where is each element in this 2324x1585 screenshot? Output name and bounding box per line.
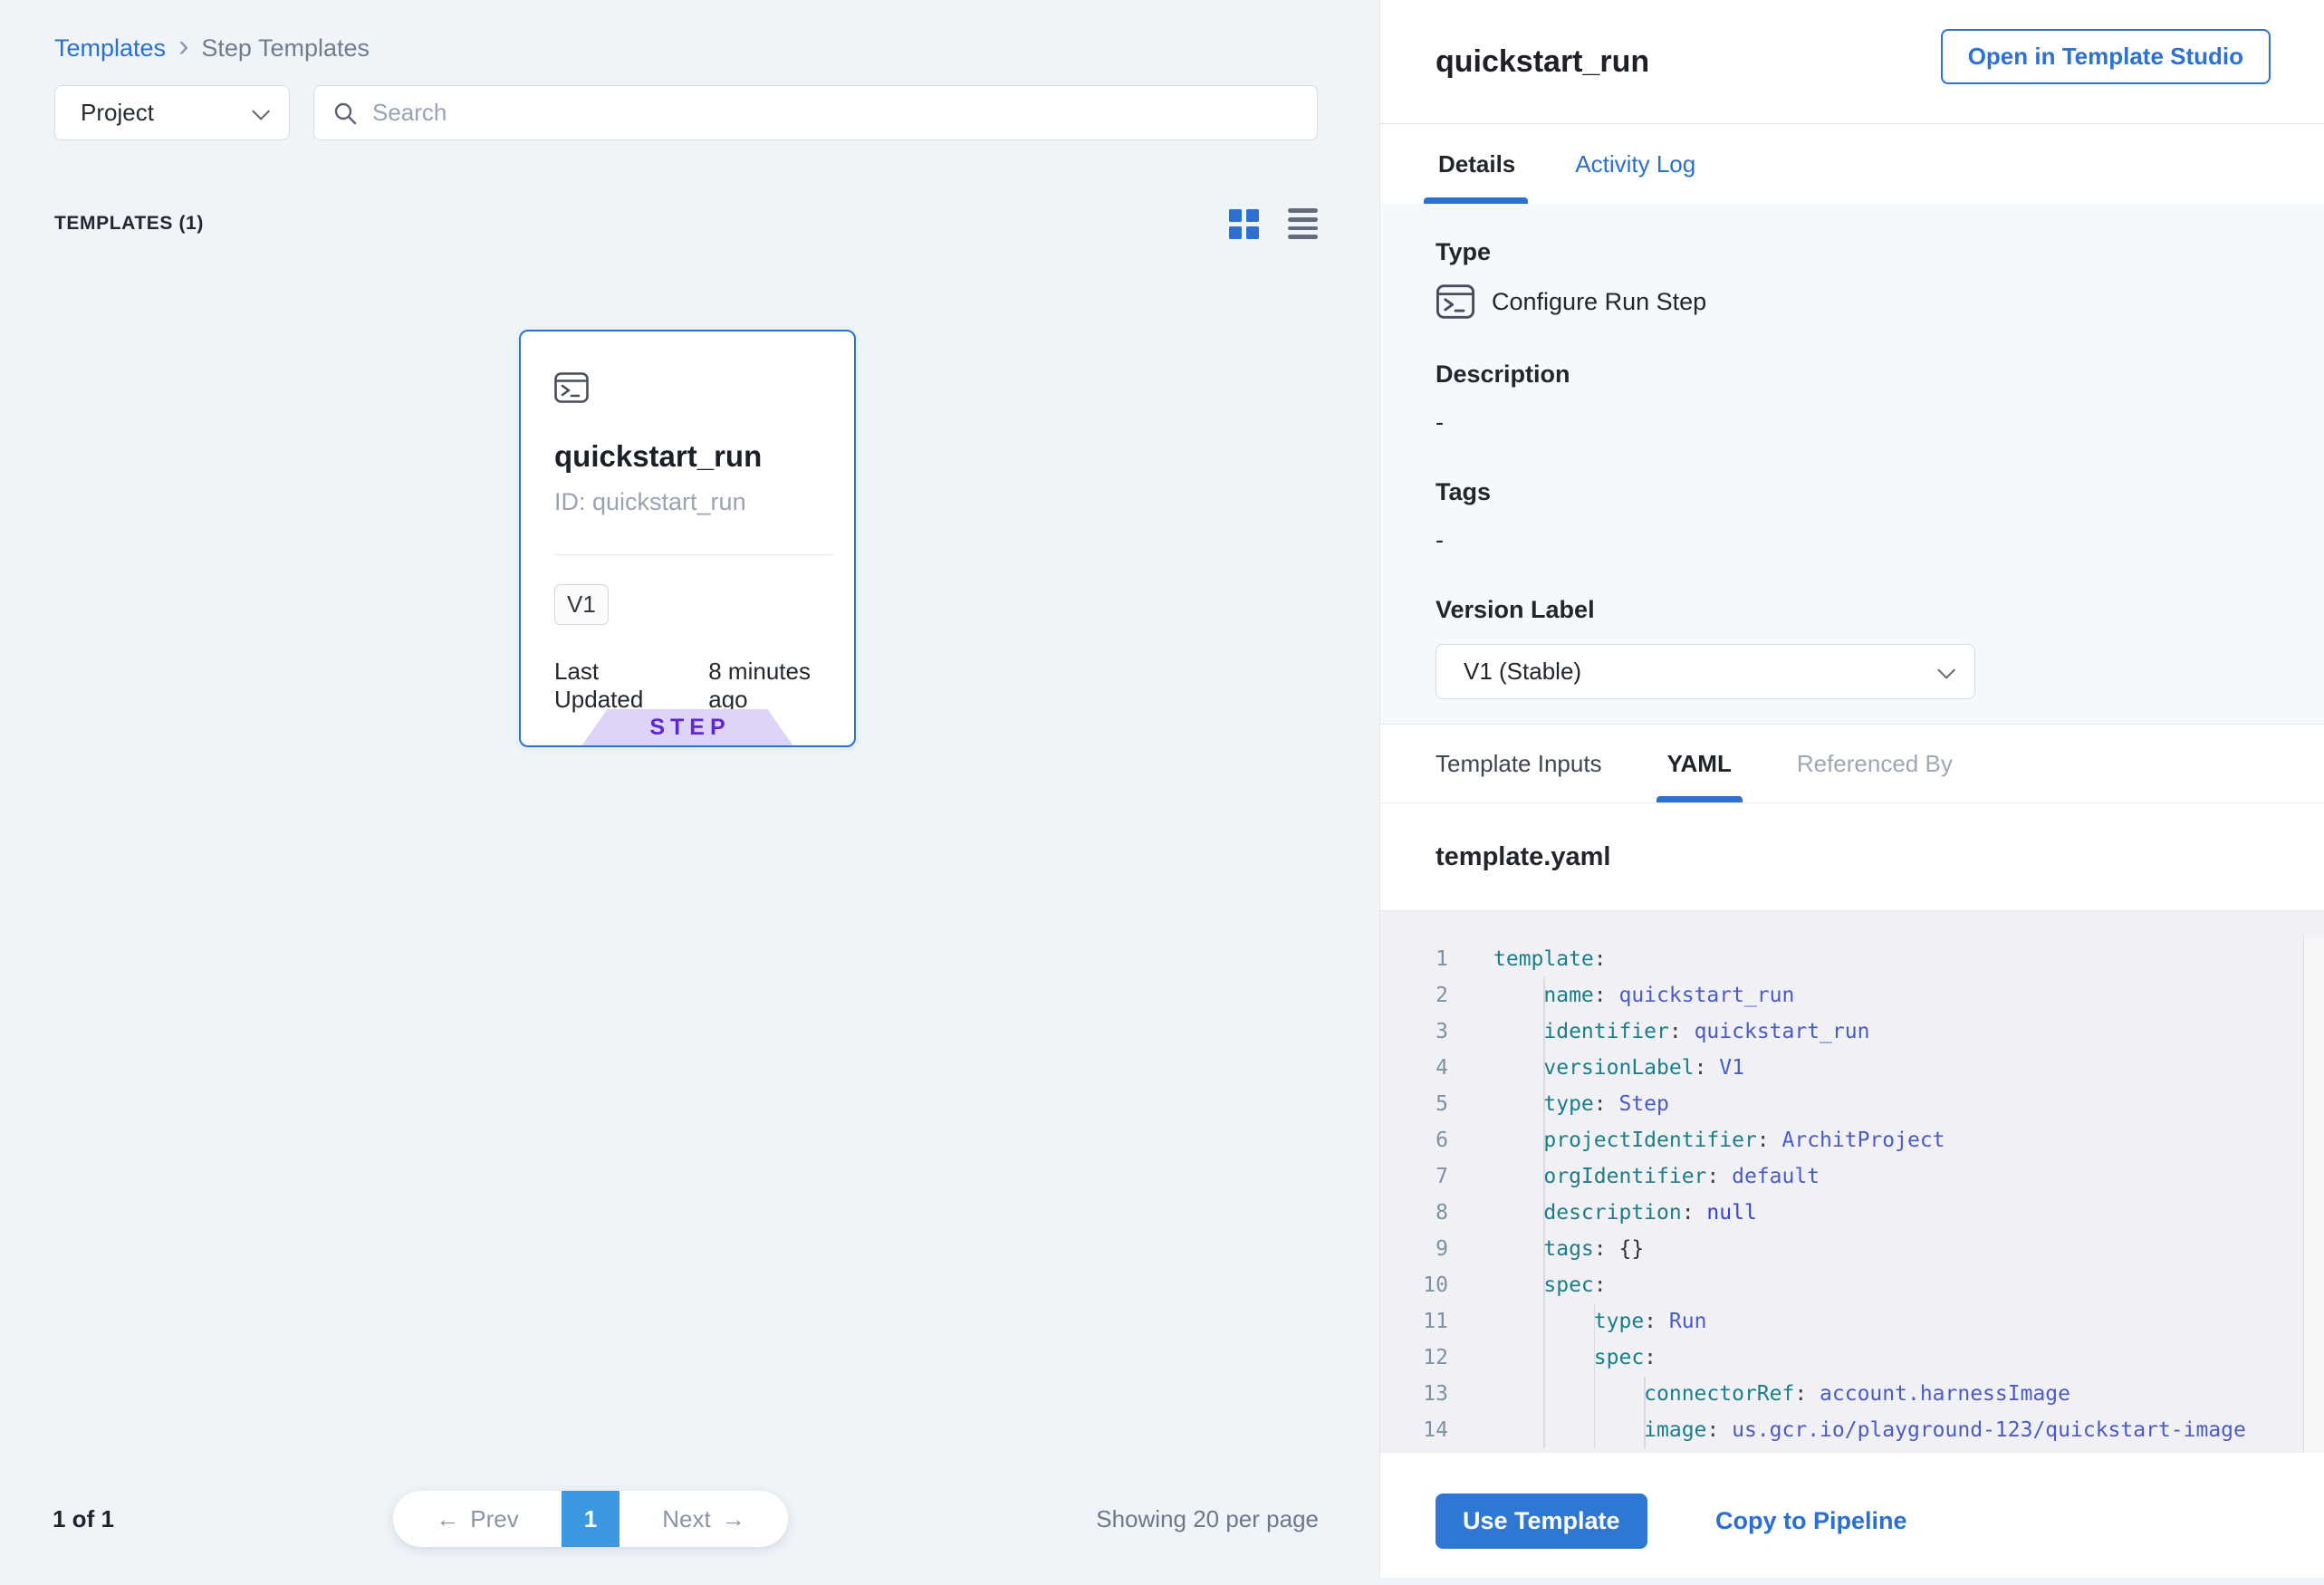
yaml-line: 3 identifier: quickstart_run xyxy=(1380,1013,2324,1050)
details-body: Type Configure Run Step Description - Ta… xyxy=(1380,204,2324,725)
filters-row: Project xyxy=(54,85,1318,140)
yaml-line: 9 tags: {} xyxy=(1380,1231,2324,1267)
details-tab-bar: Details Activity Log xyxy=(1380,125,2324,204)
step-type-ribbon-label: STEP xyxy=(644,715,730,741)
search-input[interactable] xyxy=(372,99,1299,127)
yaml-file-name: template.yaml xyxy=(1436,842,1610,872)
card-divider xyxy=(554,554,832,555)
breadcrumb-current: Step Templates xyxy=(201,34,370,62)
prev-arrow-icon: ← xyxy=(436,1505,459,1533)
yaml-line: 7 orgIdentifier: default xyxy=(1380,1158,2324,1195)
pagination: ← Prev 1 Next → xyxy=(393,1491,788,1547)
template-card[interactable]: quickstart_run ID: quickstart_run V1 Las… xyxy=(519,330,856,747)
page-summary: 1 of 1 xyxy=(53,1505,114,1533)
yaml-line: 4 versionLabel: V1 xyxy=(1380,1050,2324,1086)
description-label: Description xyxy=(1436,360,2324,389)
yaml-line: 11 type: Run xyxy=(1380,1303,2324,1340)
version-select[interactable]: V1 (Stable) xyxy=(1436,644,1975,699)
yaml-line: 12 spec: xyxy=(1380,1340,2324,1376)
yaml-line: 2 name: quickstart_run xyxy=(1380,977,2324,1013)
list-view-icon[interactable] xyxy=(1288,208,1318,239)
prev-label: Prev xyxy=(470,1505,518,1533)
details-actions: Use Template Copy to Pipeline xyxy=(1380,1493,2324,1549)
version-label: Version Label xyxy=(1436,596,2324,624)
yaml-line: 5 type: Step xyxy=(1380,1086,2324,1122)
tab-activity-log[interactable]: Activity Log xyxy=(1575,125,1695,204)
step-type-ribbon: STEP xyxy=(582,709,793,745)
subtab-template-inputs[interactable]: Template Inputs xyxy=(1436,725,1602,802)
grid-view-icon[interactable] xyxy=(1229,209,1259,239)
details-subtab-bar: Template Inputs YAML Referenced By xyxy=(1380,725,2324,803)
per-page-label: Showing 20 per page xyxy=(1096,1505,1319,1533)
breadcrumb-templates-link[interactable]: Templates xyxy=(54,34,166,62)
card-last-updated: Last Updated 8 minutes ago xyxy=(554,658,854,714)
version-badge: V1 xyxy=(554,584,609,625)
next-page-button[interactable]: Next → xyxy=(619,1491,788,1547)
tags-value: - xyxy=(1436,526,2324,554)
chevron-down-icon xyxy=(252,101,270,120)
templates-count-label: TEMPLATES (1) xyxy=(54,213,204,235)
tags-label: Tags xyxy=(1436,478,2324,506)
card-title: quickstart_run xyxy=(554,439,854,474)
last-updated-value: 8 minutes ago xyxy=(708,658,854,714)
yaml-editor[interactable]: 1template:2 name: quickstart_run3 identi… xyxy=(1380,911,2324,1453)
run-step-terminal-icon xyxy=(554,372,589,403)
last-updated-label: Last Updated xyxy=(554,658,692,714)
description-value: - xyxy=(1436,408,2324,437)
yaml-file-header: template.yaml xyxy=(1380,803,2324,911)
current-page-button[interactable]: 1 xyxy=(562,1491,619,1547)
chevron-down-icon xyxy=(1937,660,1955,678)
yaml-line: 8 description: null xyxy=(1380,1195,2324,1231)
details-title: quickstart_run xyxy=(1436,44,1649,80)
use-template-button[interactable]: Use Template xyxy=(1436,1494,1647,1549)
next-arrow-icon: → xyxy=(722,1505,745,1533)
templates-list-panel: Templates › Step Templates Project TEMPL… xyxy=(0,0,1379,1585)
search-icon xyxy=(332,101,358,126)
yaml-code-lines: 1template:2 name: quickstart_run3 identi… xyxy=(1380,911,2324,1448)
yaml-line: 13 connectorRef: account.harnessImage xyxy=(1380,1376,2324,1412)
yaml-line: 1template: xyxy=(1380,941,2324,977)
run-step-terminal-icon xyxy=(1436,284,1475,319)
list-header: TEMPLATES (1) xyxy=(54,208,1318,239)
scope-dropdown-value: Project xyxy=(81,99,154,127)
prev-page-button[interactable]: ← Prev xyxy=(393,1491,562,1547)
template-details-panel: quickstart_run Open in Template Studio D… xyxy=(1379,0,2324,1578)
version-select-value: V1 (Stable) xyxy=(1464,658,1581,686)
open-in-template-studio-button[interactable]: Open in Template Studio xyxy=(1941,29,2271,84)
yaml-line: 6 projectIdentifier: ArchitProject xyxy=(1380,1122,2324,1158)
yaml-line: 10 spec: xyxy=(1380,1267,2324,1303)
next-label: Next xyxy=(662,1505,710,1533)
details-header: quickstart_run Open in Template Studio xyxy=(1380,0,2324,124)
type-label: Type xyxy=(1436,238,2324,266)
breadcrumb-separator-icon: › xyxy=(178,34,188,59)
type-value: Configure Run Step xyxy=(1492,288,1706,316)
yaml-line: 14 image: us.gcr.io/playground-123/quick… xyxy=(1380,1412,2324,1448)
subtab-yaml[interactable]: YAML xyxy=(1667,725,1732,802)
card-id: ID: quickstart_run xyxy=(554,488,854,516)
scope-dropdown[interactable]: Project xyxy=(54,85,290,140)
copy-to-pipeline-link[interactable]: Copy to Pipeline xyxy=(1715,1507,1907,1535)
view-toggles xyxy=(1229,208,1318,239)
breadcrumb: Templates › Step Templates xyxy=(54,34,370,62)
search-box[interactable] xyxy=(313,85,1318,140)
subtab-referenced-by[interactable]: Referenced By xyxy=(1797,725,1953,802)
tab-details[interactable]: Details xyxy=(1438,125,1515,204)
type-value-row: Configure Run Step xyxy=(1436,284,2324,319)
